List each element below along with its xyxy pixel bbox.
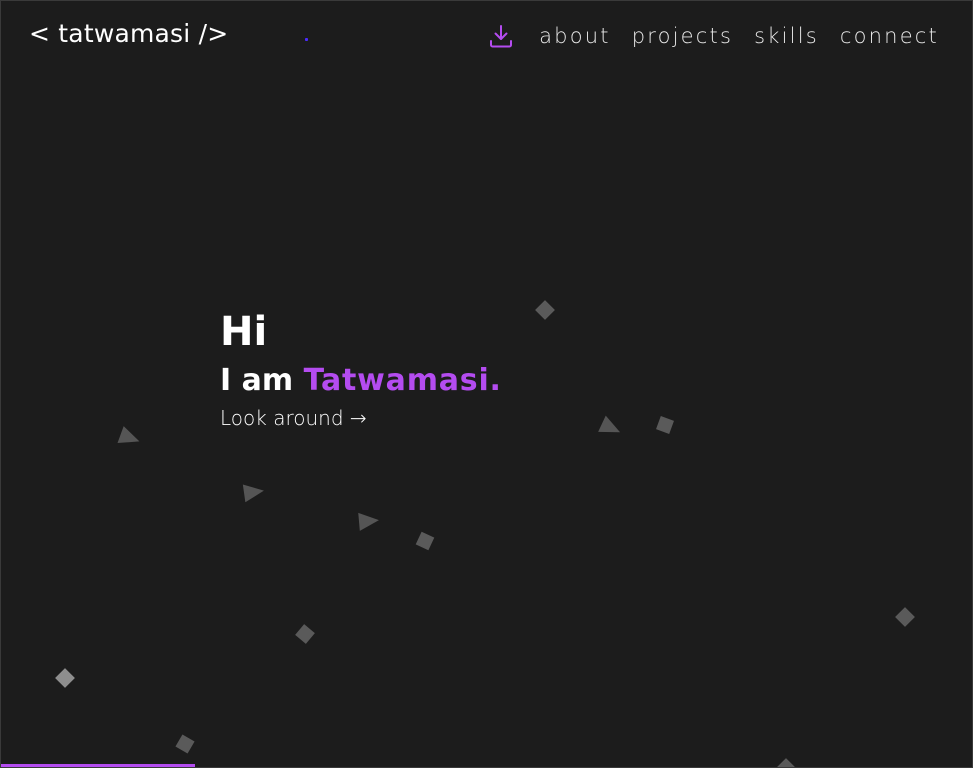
floating-diamond-shape — [776, 758, 796, 767]
hero-name: Tatwamasi. — [303, 363, 502, 398]
hero-greeting: Hi — [220, 309, 268, 355]
floating-diamond-shape — [895, 607, 915, 627]
page-frame: < tatwamasi /> about projects skills con… — [0, 0, 973, 768]
scroll-progress-bar — [1, 764, 196, 767]
nav-link-projects[interactable]: projects — [632, 24, 733, 48]
floating-diamond-shape — [55, 668, 75, 688]
nav-link-about[interactable]: about — [539, 24, 611, 48]
nav-link-connect[interactable]: connect — [840, 24, 939, 48]
floating-diamond-shape — [656, 416, 674, 434]
floating-diamond-shape — [295, 624, 315, 644]
hero-section: Hi I am Tatwamasi. Look around → — [220, 306, 502, 430]
decorative-dot — [305, 38, 308, 41]
floating-triangle-shape — [242, 481, 266, 503]
hero-intro-prefix: I am — [220, 363, 304, 398]
floating-diamond-shape — [175, 734, 195, 754]
look-around-link[interactable]: Look around → — [220, 406, 367, 430]
hero-intro: I am Tatwamasi. — [220, 358, 502, 404]
main-nav: about projects skills connect — [487, 22, 939, 50]
floating-triangle-shape — [598, 415, 624, 441]
nav-link-skills[interactable]: skills — [754, 24, 819, 48]
site-logo[interactable]: < tatwamasi /> — [29, 19, 228, 48]
floating-triangle-shape — [358, 511, 380, 531]
download-icon[interactable] — [487, 22, 515, 50]
floating-triangle-shape — [117, 426, 143, 450]
floating-diamond-shape — [415, 531, 435, 551]
floating-diamond-shape — [535, 300, 555, 320]
